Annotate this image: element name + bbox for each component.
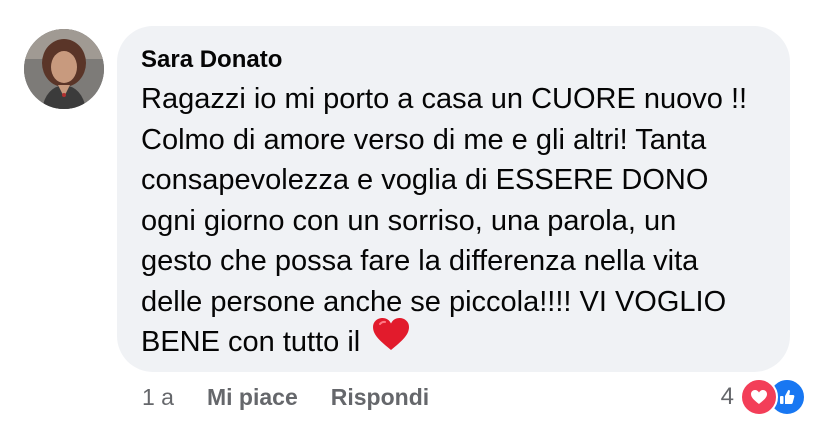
reaction-count: 4 [720, 383, 734, 410]
reply-button[interactable]: Rispondi [331, 384, 429, 411]
comment-line: consapevolezza e voglia di ESSERE DONO [141, 164, 709, 196]
avatar-photo [24, 29, 104, 109]
red-heart-emoji-icon [372, 317, 410, 363]
avatar[interactable] [24, 29, 104, 109]
comment-text: Ragazzi io mi porto a casa un CUORE nuov… [141, 79, 766, 363]
comment-line: ogni giorno con un sorriso, una parola, … [141, 204, 677, 237]
timestamp[interactable]: 1 a [142, 384, 174, 411]
reaction-icons [740, 378, 806, 416]
love-reaction-icon [740, 378, 778, 416]
comment-line-last: BENE con tutto il [141, 317, 766, 363]
comment: Sara Donato Ragazzi io mi porto a casa u… [0, 0, 828, 425]
comment-line-text: BENE con tutto il [141, 326, 361, 358]
comment-line: gesto che possa fare la differenza nella… [141, 245, 699, 277]
reactions-summary[interactable]: 4 [721, 378, 806, 416]
comment-line: Colmo di amore verso di me e gli altri! … [141, 123, 707, 156]
comment-line: delle persone anche se piccola!!!! VI VO… [141, 285, 727, 318]
comment-actions: 1 a Mi piace Rispondi [142, 380, 462, 414]
author-name[interactable]: Sara Donato [141, 44, 766, 76]
comment-line: Ragazzi io mi porto a casa un CUORE nuov… [141, 83, 748, 115]
like-button[interactable]: Mi piace [207, 384, 298, 411]
comment-bubble: Sara Donato Ragazzi io mi porto a casa u… [117, 26, 790, 372]
